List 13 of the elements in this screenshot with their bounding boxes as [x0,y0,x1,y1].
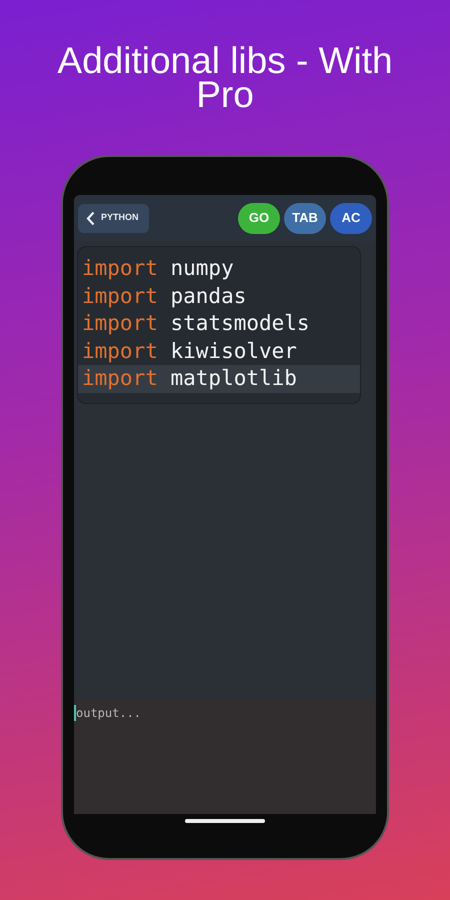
code-line: import numpy [81,255,235,282]
output-placeholder: output... [74,705,142,721]
toolbar-button[interactable]: AC [330,202,372,234]
headline: Additional libs - With Pro [56,39,394,117]
back-button[interactable]: PYTHON [78,204,149,232]
chevron-left-icon [86,210,95,226]
code-line: import kiwisolver [81,338,298,364]
code-editor[interactable]: import numpy import pandas import statsmodels import kiwisolver import matplotlib [78,247,360,402]
code-line: import pandas [81,282,248,310]
home-indicator[interactable] [185,819,265,823]
toolbar-button[interactable]: TAB [284,202,326,234]
code-line: import statsmodels [81,310,311,337]
output-field[interactable]: output... [74,699,376,814]
